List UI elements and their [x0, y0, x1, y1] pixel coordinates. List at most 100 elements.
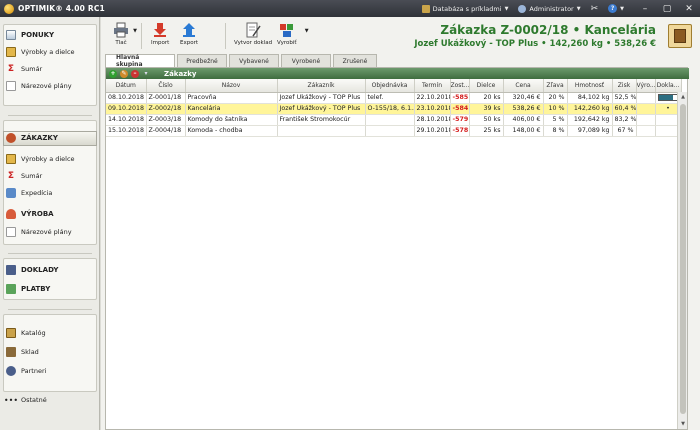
tools-icon: ✂ — [590, 3, 599, 14]
col-number[interactable]: Číslo — [146, 79, 186, 93]
sidebar-item-offer-products[interactable]: Výrobky a dielce — [6, 45, 75, 59]
table-header-row: Dátum Číslo Názov Zákazník Objednávka Te… — [106, 79, 682, 93]
import-button[interactable]: Import — [151, 22, 169, 46]
sidebar-item-platby[interactable]: PLATBY — [6, 282, 50, 296]
payments-icon — [6, 284, 16, 294]
cutting-icon — [6, 81, 16, 91]
col-order[interactable]: Objednávka — [365, 79, 415, 93]
toolbar: Tlač ▼ Import Export Vytvor doklad Vyrob… — [101, 17, 700, 57]
col-weight[interactable]: Hmotnosť — [567, 79, 613, 93]
sidebar-item-zakazky[interactable]: ZÁKAZKY — [6, 131, 58, 145]
document-progress-fill — [659, 94, 674, 100]
import-icon — [154, 23, 167, 37]
order-summary: Zákazka Z-0002/18 • Kancelária Jozef Uká… — [414, 23, 656, 49]
help-icon: ? — [608, 4, 618, 13]
sidebar-divider — [8, 253, 92, 254]
document-edit-icon — [246, 22, 261, 38]
sidebar-item-doklady[interactable]: DOKLADY — [6, 263, 58, 277]
group-title: Zákazky — [164, 69, 197, 78]
tab-strip: Hlavná skupina Predbežné Vybavené Vyrobe… — [105, 54, 377, 68]
col-document[interactable]: Dokla... — [655, 79, 682, 93]
col-term[interactable]: Termín — [414, 79, 451, 93]
sidebar-item-partners[interactable]: Partneri — [6, 364, 46, 378]
app-title: OPTIMIK® 4.00 RC1 — [18, 4, 105, 13]
delete-icon[interactable]: – — [131, 69, 139, 78]
filter-icon[interactable]: ▾ — [142, 70, 150, 78]
cabinet-icon — [668, 24, 692, 48]
order-subtitle: Jozef Ukážkový - TOP Plus • 142,260 kg •… — [414, 39, 656, 49]
sidebar-item-other[interactable]: ••• Ostatné — [4, 393, 47, 407]
app-logo-icon — [4, 3, 14, 14]
order-title: Zákazka Z-0002/18 • Kancelária — [440, 23, 656, 37]
add-icon[interactable]: + — [109, 69, 117, 78]
col-price[interactable]: Cena — [503, 79, 544, 93]
table-row[interactable]: 08.10.2018 Z-0001/18 Pracovňa Jozef Ukáž… — [106, 92, 682, 104]
chevron-down-icon: ▼ — [620, 5, 624, 12]
col-profit[interactable]: Zisk — [612, 79, 637, 93]
sidebar: PONUKY Výrobky a dielce Σ Sumár Nárezové… — [0, 17, 100, 430]
partners-icon — [6, 366, 16, 376]
chevron-down-icon: ▼ — [133, 28, 137, 34]
close-button[interactable]: ✕ — [678, 0, 700, 17]
tab-completed[interactable]: Vybavené — [229, 54, 279, 67]
user-menu[interactable]: Administrator ▼ — [518, 4, 581, 13]
produce-button[interactable]: Vyrobiť ▼ — [277, 22, 309, 46]
edit-icon[interactable]: ✎ — [120, 69, 128, 78]
col-date[interactable]: Dátum — [106, 79, 147, 93]
col-name[interactable]: Názov — [185, 79, 278, 93]
tab-main-group[interactable]: Hlavná skupina — [105, 54, 175, 68]
scrollbar-thumb[interactable] — [680, 104, 686, 414]
document-progress-bar — [658, 93, 678, 101]
sum-icon: Σ — [7, 64, 15, 74]
sidebar-item-warehouse[interactable]: Sklad — [6, 345, 39, 359]
minimize-button[interactable]: – — [634, 0, 656, 17]
tools-button[interactable]: ✂ — [591, 4, 599, 14]
sidebar-item-order-summary[interactable]: Σ Sumár — [6, 169, 42, 183]
create-document-button[interactable]: Vytvor doklad — [234, 22, 272, 46]
col-discount[interactable]: Zľava — [543, 79, 568, 93]
toolbar-separator — [141, 23, 142, 49]
maximize-button[interactable]: ▢ — [656, 0, 678, 17]
sidebar-item-vyroba[interactable]: VÝROBA — [6, 207, 54, 221]
database-label: Databáza s príkladmi — [432, 4, 502, 13]
chevron-down-icon: ▼ — [576, 5, 581, 12]
col-remain[interactable]: Zost... — [450, 79, 470, 93]
table-row[interactable]: 14.10.2018 Z-0003/18 Komody do šatníka F… — [106, 114, 682, 126]
orders-table: Dátum Číslo Názov Zákazník Objednávka Te… — [106, 79, 682, 137]
export-button[interactable]: Export — [180, 22, 198, 46]
sidebar-item-dispatch[interactable]: Expedícia — [6, 186, 52, 200]
products-icon — [6, 47, 16, 57]
group-header: + ✎ – ▾ Zákazky — [106, 68, 689, 79]
dispatch-icon — [6, 188, 16, 198]
scroll-up-icon[interactable]: ▲ — [678, 92, 688, 102]
sidebar-item-catalog[interactable]: Katalóg — [6, 326, 46, 340]
cutting-icon — [6, 227, 16, 237]
tab-cancelled[interactable]: Zrušené — [333, 54, 377, 67]
scroll-down-icon[interactable]: ▼ — [678, 419, 688, 429]
sidebar-item-production-cutting[interactable]: Nárezové plány — [6, 225, 72, 239]
table-row-selected[interactable]: 09.10.2018 Z-0002/18 Kancelária Jozef Uk… — [106, 103, 682, 115]
sidebar-item-ponuky[interactable]: PONUKY — [6, 28, 54, 42]
print-button[interactable]: Tlač ▼ — [113, 22, 137, 46]
tab-preliminary[interactable]: Predbežné — [177, 54, 227, 67]
printer-icon — [114, 22, 128, 38]
database-selector[interactable]: Databáza s príkladmi ▼ — [421, 4, 508, 13]
help-button[interactable]: ? ▼ — [608, 4, 624, 13]
toolbar-separator — [225, 23, 226, 49]
table-row[interactable]: 15.10.2018 Z-0004/18 Komoda - chodba 29.… — [106, 125, 682, 137]
database-icon — [421, 4, 430, 13]
orders-icon — [6, 133, 16, 143]
vertical-scrollbar[interactable]: ▲ ▼ — [677, 92, 687, 429]
sidebar-item-offer-summary[interactable]: Σ Sumár — [6, 62, 42, 76]
col-produced[interactable]: Výro... — [636, 79, 656, 93]
main-area: Tlač ▼ Import Export Vytvor doklad Vyrob… — [101, 17, 700, 430]
sidebar-item-offer-cutting[interactable]: Nárezové plány — [6, 79, 72, 93]
sidebar-item-order-products[interactable]: Výrobky a dielce — [6, 152, 75, 166]
col-parts[interactable]: Dielce — [469, 79, 504, 93]
title-bar: OPTIMIK® 4.00 RC1 Databáza s príkladmi ▼… — [0, 0, 700, 17]
col-customer[interactable]: Zákazník — [277, 79, 366, 93]
documents-icon — [6, 265, 16, 275]
production-icon — [6, 209, 16, 219]
tab-produced[interactable]: Vyrobené — [281, 54, 331, 67]
sidebar-divider — [8, 115, 92, 116]
